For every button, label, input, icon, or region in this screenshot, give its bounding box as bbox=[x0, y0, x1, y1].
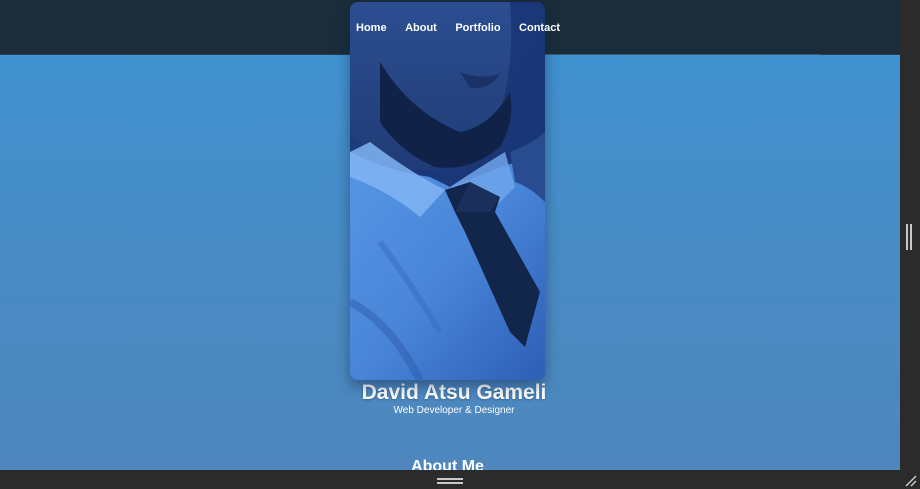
resize-corner[interactable] bbox=[900, 470, 920, 489]
nav-link-about[interactable]: About bbox=[405, 22, 437, 34]
profile-name: David Atsu Gameli bbox=[361, 381, 547, 404]
profile-role: Web Developer & Designer bbox=[393, 405, 515, 416]
nav-divider bbox=[545, 54, 820, 55]
page-viewport: Home About Portfolio Contact David Atsu … bbox=[0, 0, 900, 470]
profile-photo bbox=[350, 2, 545, 380]
resize-handle-icon bbox=[905, 475, 917, 487]
about-section-heading: About Me bbox=[411, 458, 484, 470]
vertical-resize-grip-icon[interactable] bbox=[906, 224, 912, 250]
nav-link-contact[interactable]: Contact bbox=[519, 22, 560, 34]
nav-link-home[interactable]: Home bbox=[356, 22, 387, 34]
nav-menu: Home About Portfolio Contact bbox=[350, 0, 568, 55]
horizontal-resize-grip-icon[interactable] bbox=[437, 478, 463, 484]
profile-photo-icon bbox=[350, 2, 545, 380]
nav-link-portfolio[interactable]: Portfolio bbox=[455, 22, 500, 34]
